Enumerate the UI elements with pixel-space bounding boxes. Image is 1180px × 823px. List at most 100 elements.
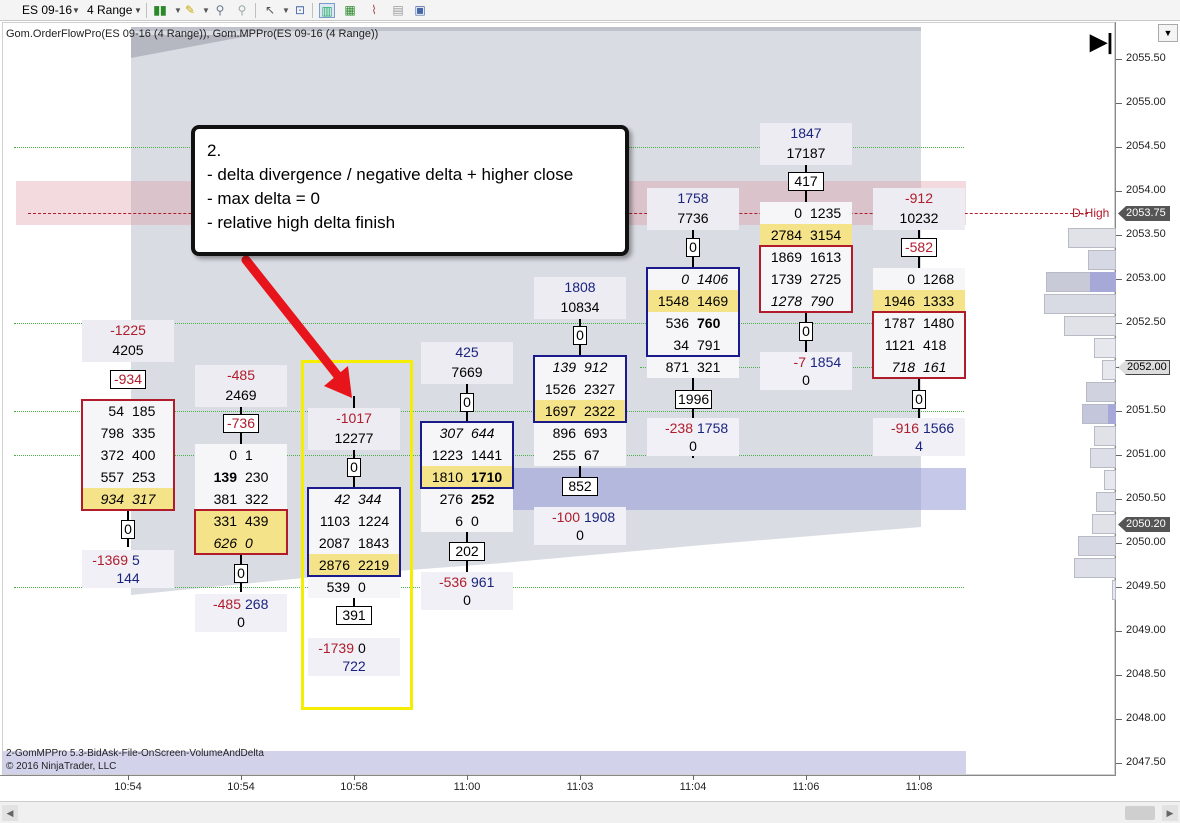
scale-dropdown-icon[interactable]: ▼ (1158, 24, 1178, 42)
bid-volume: 1946 (883, 293, 915, 309)
ask-volume: 2327 (584, 381, 616, 397)
bid-volume: 276 (439, 491, 463, 507)
scroll-right-icon[interactable]: ▶ (1162, 805, 1178, 821)
time-tick (693, 775, 694, 780)
bar-delta-box: -582 (901, 238, 937, 257)
price-tick (1116, 719, 1122, 720)
bar-head-delta: 1758 (677, 190, 709, 206)
strategies-icon[interactable]: ⌇ (366, 3, 382, 18)
ask-volume: 3154 (810, 227, 842, 243)
scroll-left-icon[interactable]: ◀ (2, 805, 18, 821)
price-tick (1116, 763, 1122, 764)
zoom-out-icon[interactable]: ⚲ (234, 3, 250, 18)
price-tick (1116, 103, 1122, 104)
scroll-thumb[interactable] (1125, 806, 1155, 820)
indicator-label: Gom.OrderFlowPro(ES 09-16 (4 Range)), Go… (6, 28, 379, 40)
zoom-in-icon[interactable]: ⚲ (212, 3, 228, 18)
price-tick (1116, 631, 1122, 632)
annotation-callout: 2. - delta divergence / negative delta +… (191, 125, 629, 256)
price-tick-label: 2051.00 (1126, 448, 1166, 460)
volume-profile-bar (1078, 536, 1116, 556)
toolbar-separator (255, 3, 256, 18)
data-box-icon[interactable]: ⊡ (292, 3, 308, 18)
bar-tail-box: 852 (562, 477, 598, 496)
price-tick-label: 2053.50 (1126, 228, 1166, 240)
time-tick (806, 775, 807, 780)
ask-volume: 161 (923, 359, 947, 375)
bar-foot-delta2: 1854 (810, 354, 842, 370)
ask-volume: 253 (132, 469, 156, 485)
properties-icon[interactable]: ▥ (319, 3, 335, 18)
price-tick-label: 2049.00 (1126, 624, 1166, 636)
volume-profile-bar (1086, 382, 1116, 402)
volume-profile-bar (1102, 360, 1116, 380)
volume-profile-bar (1096, 492, 1116, 512)
ask-volume: 1469 (697, 293, 729, 309)
bar-foot-delta: -485 (212, 596, 241, 612)
bar-type-dropdown-icon[interactable]: ▼ (134, 2, 142, 19)
candlestick-style-icon[interactable]: ▮▮ (152, 3, 168, 18)
bid-volume: 6 (455, 513, 463, 529)
time-tick (354, 775, 355, 780)
cursor-pointer-icon[interactable]: ↖ (262, 3, 278, 18)
bid-volume: 798 (100, 425, 124, 441)
price-tick-label: 2049.50 (1126, 580, 1166, 592)
price-tick (1116, 675, 1122, 676)
price-tick-label: 2047.50 (1126, 756, 1166, 768)
time-tick (580, 775, 581, 780)
time-tick-label: 11:04 (679, 781, 707, 793)
instrument-dropdown-icon[interactable]: ▼ (72, 2, 80, 19)
bar-head-delta: 425 (455, 344, 479, 360)
price-tick (1116, 323, 1122, 324)
time-tick-label: 10:58 (340, 781, 368, 793)
price-tick (1116, 587, 1122, 588)
bar-foot-delta2: 1758 (697, 420, 729, 436)
bar-foot-volume: 0 (689, 438, 697, 454)
bid-volume: 1697 (544, 403, 576, 419)
ask-volume: 1613 (810, 249, 842, 265)
scroll-to-end-icon[interactable]: ▶| (1090, 31, 1113, 53)
horizontal-scrollbar[interactable]: ◀ ▶ (0, 801, 1180, 823)
volume-profile-bar (1094, 426, 1116, 446)
ask-volume: 791 (697, 337, 721, 353)
templates-icon[interactable]: ▤ (390, 3, 406, 18)
bar-type-selector[interactable]: 4 Range (87, 2, 132, 19)
ask-volume: 1 (245, 447, 253, 463)
bar-tail-box: 202 (449, 542, 485, 561)
bar-tail-box: 0 (799, 322, 813, 341)
bar-foot-volume: 0 (463, 592, 471, 608)
instrument-selector[interactable]: ES 09-16 (22, 2, 72, 19)
bar-foot-delta2: 268 (245, 596, 269, 612)
d-high-label: D-High (1072, 206, 1110, 220)
time-tick-label: 11:03 (566, 781, 594, 793)
bar-head-volume: 10834 (560, 299, 600, 315)
price-tick (1116, 455, 1122, 456)
bar-delta-box: 0 (686, 238, 700, 257)
price-tick (1116, 191, 1122, 192)
ask-volume: 418 (923, 337, 947, 353)
time-axis-line (0, 775, 1116, 776)
ask-volume: 693 (584, 425, 608, 441)
price-tick-label: 2048.00 (1126, 712, 1166, 724)
bid-volume: 0 (681, 271, 689, 287)
volume-profile-bar (1104, 470, 1116, 490)
ask-volume: 1480 (923, 315, 955, 331)
bar-foot-delta: -7 (793, 354, 806, 370)
bar-delta-box: 417 (788, 172, 824, 191)
ask-volume: 185 (132, 403, 156, 419)
bar-head-delta: -1225 (110, 322, 146, 338)
price-tick (1116, 279, 1122, 280)
drawing-pencil-icon[interactable]: ✎ (182, 3, 198, 18)
volume-profile-bar (1044, 294, 1116, 314)
ask-volume: 1710 (471, 469, 503, 485)
chart-trader-icon[interactable]: ▣ (412, 3, 428, 18)
bar-foot-delta: -1369 (92, 552, 128, 568)
volume-profile-bar (1092, 514, 1116, 534)
annotation-number: 2. (207, 141, 222, 160)
volume-profile-bar (1088, 250, 1116, 270)
price-tick-label: 2050.00 (1126, 536, 1166, 548)
low-price-badge: 2050.20 (1118, 517, 1170, 532)
indicators-icon[interactable]: ▦ (342, 3, 358, 18)
bid-volume: 1278 (770, 293, 802, 309)
bid-volume: 1223 (431, 447, 463, 463)
